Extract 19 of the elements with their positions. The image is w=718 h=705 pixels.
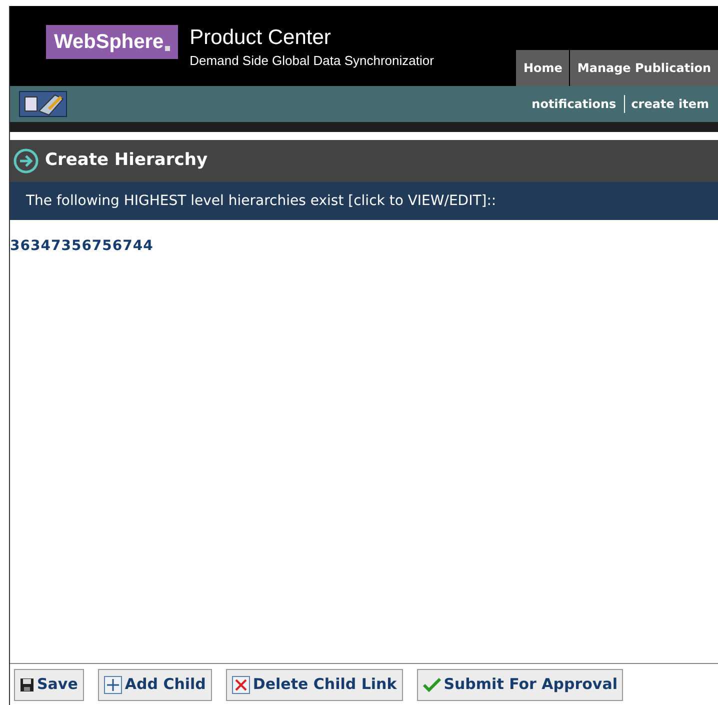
hierarchy-link[interactable]: 36347356756744	[10, 236, 154, 257]
action-button[interactable]: Delete Child Link	[226, 668, 403, 700]
nav-tab[interactable]: Manage Publication	[570, 50, 718, 86]
toolbar-link[interactable]: notifications	[532, 95, 616, 113]
nav-tab[interactable]: Home	[516, 50, 570, 86]
x-mark-icon	[232, 676, 250, 694]
action-button[interactable]: Save	[14, 668, 84, 700]
toolbar-link[interactable]: create item	[624, 95, 709, 113]
page-title: Create Hierarchy	[45, 149, 208, 172]
checkmark-icon	[422, 678, 441, 692]
product-subtitle: Demand Side Global Data Synchronizatior	[190, 52, 434, 70]
brand-logo: WebSphere	[46, 25, 178, 59]
arrow-circle-icon	[13, 148, 39, 174]
plus-icon	[104, 676, 122, 694]
documents-pencil-icon	[19, 91, 67, 117]
product-title: Product Center	[190, 25, 332, 51]
action-button[interactable]: Add Child	[98, 668, 212, 700]
action-button[interactable]: Submit For Approval	[416, 668, 624, 700]
info-text: The following HIGHEST level hierarchies exist [click to VIEW/EDIT]::	[26, 192, 496, 210]
